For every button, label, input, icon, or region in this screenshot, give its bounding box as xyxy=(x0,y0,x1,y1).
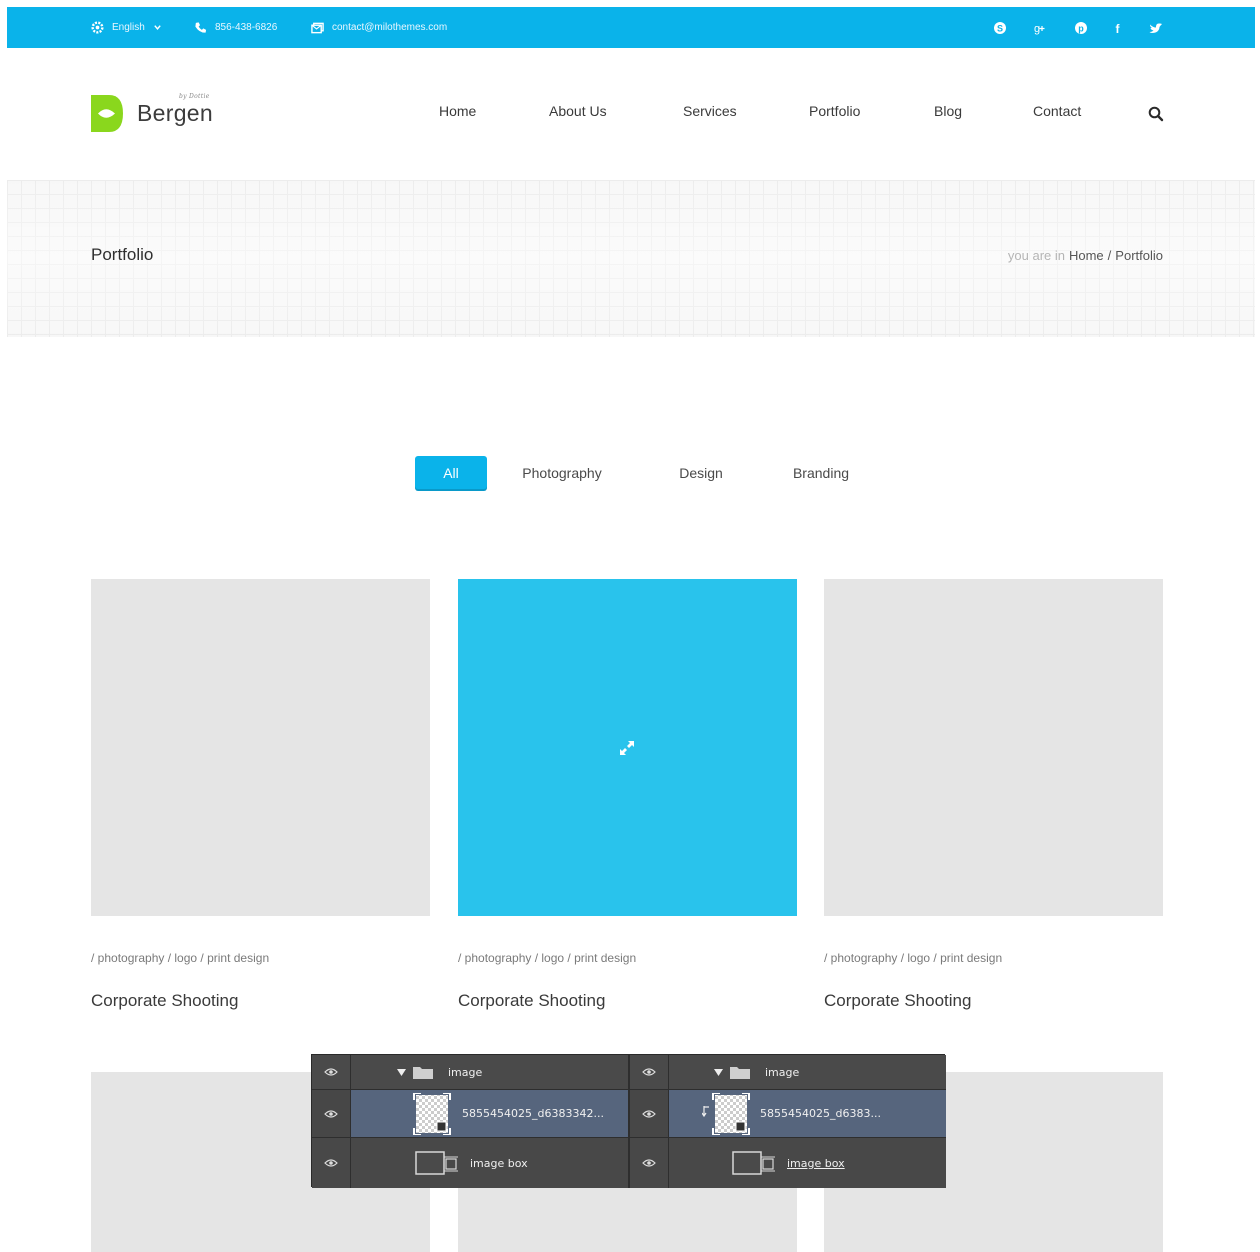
visibility-toggle[interactable] xyxy=(312,1055,351,1089)
site-logo[interactable]: Bergen by Dottie xyxy=(91,93,213,132)
eye-icon xyxy=(642,1159,656,1167)
eye-icon xyxy=(642,1109,656,1118)
page-title: Portfolio xyxy=(91,245,154,264)
portfolio-item-image[interactable] xyxy=(824,579,1163,916)
phone-number: 856-438-6826 xyxy=(215,22,278,33)
nav-services[interactable]: Services xyxy=(683,103,737,119)
layer-row[interactable]: image box xyxy=(630,1137,946,1188)
shape-layer-thumbnail-icon xyxy=(732,1151,775,1175)
triangle-down-icon[interactable] xyxy=(397,1069,406,1076)
clipping-arrow-icon xyxy=(702,1106,709,1118)
eye-icon xyxy=(642,1068,656,1076)
phone-icon xyxy=(195,22,207,33)
portfolio-item-image[interactable] xyxy=(91,579,430,916)
triangle-down-icon[interactable] xyxy=(714,1069,723,1076)
portfolio-item-categories: / photography / logo / print design xyxy=(824,951,1003,965)
email-address: contact@milothemes.com xyxy=(332,22,448,33)
layers-panel-right: image 5855454025_d6383... image box xyxy=(630,1055,946,1188)
visibility-toggle[interactable] xyxy=(630,1055,669,1089)
layers-panel-left: image 5855454025_d6383342... image box xyxy=(312,1055,628,1188)
logo-text: Bergen by Dottie xyxy=(137,93,213,126)
pinterest-icon[interactable]: p xyxy=(1069,7,1093,48)
layer-row-selected[interactable]: 5855454025_d6383342... xyxy=(312,1089,628,1137)
svg-text:p: p xyxy=(1078,23,1084,33)
language-selector[interactable]: English xyxy=(91,7,170,48)
logo-tagline: by Dottie xyxy=(179,93,210,100)
filter-all[interactable]: All xyxy=(415,456,487,489)
layer-group-row[interactable]: image xyxy=(630,1055,946,1089)
gear-icon xyxy=(91,21,104,34)
smart-object-thumbnail-icon xyxy=(413,1093,451,1135)
language-label: English xyxy=(112,22,145,33)
portfolio-item-title[interactable]: Corporate Shooting xyxy=(91,991,238,1011)
google-plus-icon[interactable]: g xyxy=(1028,7,1052,48)
layers-panel: image 5855454025_d6383342... image box i… xyxy=(311,1054,946,1188)
layer-row-selected[interactable]: 5855454025_d6383... xyxy=(630,1089,946,1137)
layer-group-name: image xyxy=(765,1066,800,1079)
visibility-toggle[interactable] xyxy=(630,1138,669,1188)
portfolio-item-categories: / photography / logo / print design xyxy=(91,951,270,965)
svg-text:g: g xyxy=(1034,23,1040,35)
visibility-toggle[interactable] xyxy=(630,1090,669,1137)
layer-row[interactable]: image box xyxy=(312,1137,628,1188)
eye-icon xyxy=(324,1109,338,1118)
portfolio-item-title[interactable]: Corporate Shooting xyxy=(458,991,605,1011)
search-icon xyxy=(1148,106,1164,122)
visibility-toggle[interactable] xyxy=(312,1138,351,1188)
logo-mark-icon xyxy=(91,95,123,132)
breadcrumb-prefix: you are in xyxy=(1007,248,1065,263)
nav-about-us[interactable]: About Us xyxy=(549,103,607,119)
envelope-icon xyxy=(311,22,324,33)
top-bar: English 856-438-6826 contact@milothemes.… xyxy=(7,7,1255,48)
filter-design[interactable]: Design xyxy=(668,456,734,489)
breadcrumb: you are in Home / Portfolio xyxy=(1008,248,1163,263)
filter-photography[interactable]: Photography xyxy=(510,456,614,489)
nav-portfolio[interactable]: Portfolio xyxy=(809,103,860,119)
svg-text:S: S xyxy=(997,23,1003,33)
email-link[interactable]: contact@milothemes.com xyxy=(311,7,447,48)
search-button[interactable] xyxy=(1148,106,1164,122)
folder-icon xyxy=(730,1067,750,1079)
folder-icon xyxy=(413,1067,433,1079)
facebook-icon[interactable]: f xyxy=(1106,7,1130,48)
nav-home[interactable]: Home xyxy=(439,103,476,119)
eye-icon xyxy=(324,1068,338,1076)
skype-icon[interactable]: S xyxy=(988,7,1012,48)
layer-name: 5855454025_d6383... xyxy=(760,1107,881,1120)
layer-name: 5855454025_d6383342... xyxy=(462,1107,604,1120)
nav-blog[interactable]: Blog xyxy=(934,103,962,119)
filter-branding[interactable]: Branding xyxy=(782,456,860,489)
svg-text:f: f xyxy=(1116,22,1121,35)
breadcrumb-current: Portfolio xyxy=(1115,248,1163,263)
visibility-toggle[interactable] xyxy=(312,1090,351,1137)
expand-icon[interactable] xyxy=(618,739,636,757)
eye-icon xyxy=(324,1159,338,1167)
breadcrumb-home-link[interactable]: Home xyxy=(1069,248,1104,263)
portfolio-item-categories: / photography / logo / print design xyxy=(458,951,637,965)
phone-link[interactable]: 856-438-6826 xyxy=(194,7,277,48)
chevron-down-icon xyxy=(154,25,161,30)
layer-group-row[interactable]: image xyxy=(312,1055,628,1089)
smart-object-thumbnail-icon xyxy=(712,1093,750,1135)
twitter-icon[interactable] xyxy=(1144,7,1168,48)
layer-name: image box xyxy=(787,1157,845,1170)
shape-layer-thumbnail-icon xyxy=(415,1151,458,1175)
portfolio-item-image[interactable] xyxy=(458,579,797,916)
portfolio-item-title[interactable]: Corporate Shooting xyxy=(824,991,971,1011)
breadcrumb-separator: / xyxy=(1107,248,1112,263)
layer-group-name: image xyxy=(448,1066,483,1079)
layer-name: image box xyxy=(470,1157,528,1170)
nav-contact[interactable]: Contact xyxy=(1033,103,1081,119)
